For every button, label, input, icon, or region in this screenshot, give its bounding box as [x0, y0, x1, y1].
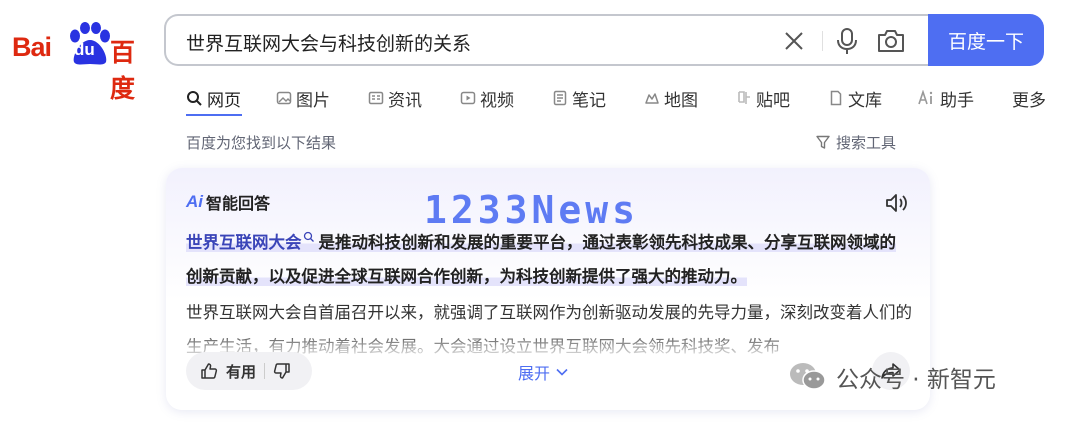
- search-tools-button[interactable]: 搜索工具: [816, 132, 896, 153]
- tab-images[interactable]: 图片: [276, 82, 330, 114]
- ai-answer-term-link[interactable]: 世界互联网大会: [186, 233, 302, 252]
- ai-feedback-group: 有用: [186, 352, 312, 390]
- search-tools-label: 搜索工具: [836, 134, 897, 152]
- tab-assistant[interactable]: 助手: [918, 82, 974, 114]
- result-count-text: 百度为您找到以下结果: [186, 134, 337, 152]
- logo-chinese-text: 百度: [110, 38, 135, 103]
- tab-label: 视频: [480, 90, 514, 111]
- tab-library[interactable]: 文库: [828, 82, 882, 114]
- news-icon: [368, 91, 384, 105]
- note-icon: [553, 90, 567, 106]
- tab-notes[interactable]: 笔记: [552, 82, 606, 114]
- ai-answer-detail: 世界互联网大会自首届召开以来，就强调了互联网作为创新驱动发展的先导力量，深刻改变…: [186, 303, 912, 356]
- tab-map[interactable]: 地图: [644, 82, 698, 114]
- search-icon: [187, 90, 202, 106]
- tab-label: 资讯: [388, 90, 422, 111]
- tab-label: 地图: [664, 90, 698, 111]
- tab-label: 贴吧: [756, 90, 790, 111]
- active-tab-indicator: [186, 114, 242, 116]
- tab-label: 助手: [940, 90, 974, 111]
- wechat-label: 公众号 · 新智元: [836, 367, 996, 393]
- baidu-logo[interactable]: Bai du 百度: [12, 22, 152, 103]
- tab-label: 图片: [296, 90, 330, 111]
- expand-button[interactable]: 展开: [518, 360, 568, 384]
- tab-label: 文库: [848, 90, 882, 111]
- ai-logo-icon: Ai: [186, 192, 203, 211]
- tab-tieba[interactable]: 贴吧: [736, 82, 790, 114]
- not-useful-button[interactable]: [273, 362, 291, 380]
- useful-label: 有用: [226, 362, 257, 381]
- useful-button[interactable]: 有用: [186, 361, 256, 382]
- tieba-icon: [738, 91, 750, 104]
- tab-label: 更多: [1012, 90, 1046, 111]
- map-icon: [645, 93, 659, 104]
- search-box: [164, 14, 944, 66]
- ai-answer-title: 智能回答: [206, 194, 271, 213]
- search-divider: [822, 31, 823, 51]
- watermark-text: 1233News: [424, 188, 640, 232]
- ai-icon: [918, 90, 933, 105]
- close-icon[interactable]: [782, 29, 806, 53]
- camera-icon[interactable]: [876, 28, 906, 54]
- tab-webpage[interactable]: 网页: [186, 82, 241, 114]
- tab-news[interactable]: 资讯: [368, 82, 422, 114]
- wechat-watermark: 公众号 · 新智元: [788, 360, 996, 394]
- feedback-divider: [264, 363, 266, 379]
- search-button[interactable]: 百度一下: [928, 14, 1044, 66]
- ai-answer-header: Ai 智能回答: [186, 190, 270, 214]
- thumbs-up-icon: [201, 363, 218, 379]
- library-icon: [830, 90, 842, 106]
- video-icon: [460, 91, 476, 105]
- expand-label: 展开: [518, 364, 551, 383]
- speaker-icon[interactable]: [884, 192, 908, 214]
- chevron-down-icon: [556, 368, 568, 376]
- ai-answer-summary: 世界互联网大会 是推动科技创新和发展的重要平台，通过表彰领先科技成果、分享互联网领…: [186, 226, 912, 294]
- thumbs-down-icon: [273, 363, 290, 379]
- logo-latin-text: Bai: [12, 32, 52, 62]
- search-icon[interactable]: [303, 231, 315, 243]
- search-input[interactable]: [184, 26, 768, 58]
- filter-icon: [816, 135, 830, 149]
- logo-du-text: du: [74, 40, 95, 59]
- tab-label: 网页: [207, 90, 241, 111]
- image-icon: [276, 91, 292, 105]
- tab-more[interactable]: 更多: [1012, 82, 1046, 114]
- microphone-icon[interactable]: [834, 27, 860, 55]
- tab-videos[interactable]: 视频: [460, 82, 514, 114]
- tab-label: 笔记: [572, 90, 606, 111]
- wechat-icon: [790, 363, 826, 390]
